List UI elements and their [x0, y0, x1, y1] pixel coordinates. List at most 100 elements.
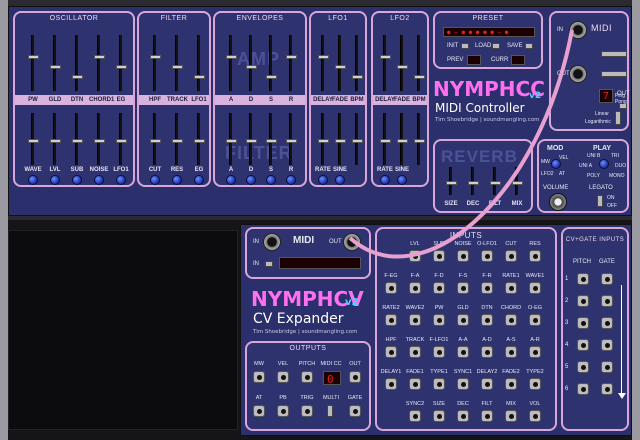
input-jack[interactable] [433, 250, 445, 262]
lfo2-top-slider[interactable] [380, 35, 391, 91]
env-knob[interactable] [286, 175, 296, 185]
osc-bottom-slider-thumb[interactable] [50, 139, 61, 143]
cv-pitch-jack[interactable] [577, 273, 589, 285]
preset-save-button[interactable] [525, 43, 533, 49]
input-jack[interactable] [505, 314, 517, 326]
input-jack[interactable] [529, 378, 541, 390]
reverb-slider[interactable] [468, 167, 479, 195]
lfo2-top-slider-thumb[interactable] [414, 75, 425, 79]
filter-bottom-slider-thumb[interactable] [172, 139, 183, 143]
env-top-slider-thumb[interactable] [246, 65, 257, 69]
osc-top-slider[interactable] [94, 35, 105, 91]
midi-in-select[interactable] [601, 51, 627, 57]
osc-knob[interactable] [94, 175, 104, 185]
reverb-slider[interactable] [446, 167, 457, 195]
input-jack[interactable] [409, 410, 421, 422]
env-bottom-slider-thumb[interactable] [226, 139, 237, 143]
input-jack[interactable] [457, 378, 469, 390]
lfo1-top-slider-thumb[interactable] [318, 55, 329, 59]
input-jack[interactable] [433, 346, 445, 358]
input-jack[interactable] [433, 378, 445, 390]
osc-bottom-slider[interactable] [28, 113, 39, 165]
osc-bottom-slider-thumb[interactable] [116, 139, 127, 143]
lfo1-top-slider[interactable] [352, 35, 363, 91]
midi-cc-display[interactable]: 0 [323, 371, 341, 386]
output-jack[interactable] [301, 405, 313, 417]
output-jack[interactable] [277, 405, 289, 417]
env-bottom-slider-thumb[interactable] [286, 139, 297, 143]
input-jack[interactable] [457, 282, 469, 294]
filter-knob[interactable] [194, 175, 204, 185]
osc-bottom-slider[interactable] [116, 113, 127, 165]
lfo2-bottom-slider[interactable] [380, 113, 391, 165]
lfo2-bottom-slider[interactable] [414, 113, 425, 165]
input-jack[interactable] [529, 282, 541, 294]
reverb-slider-thumb[interactable] [512, 181, 523, 185]
osc-top-slider-thumb[interactable] [116, 65, 127, 69]
input-jack[interactable] [385, 378, 397, 390]
input-jack[interactable] [457, 314, 469, 326]
input-jack[interactable] [481, 282, 493, 294]
env-top-slider[interactable] [266, 35, 277, 91]
output-jack[interactable] [253, 371, 265, 383]
env-bottom-slider[interactable] [246, 113, 257, 165]
osc-top-slider[interactable] [116, 35, 127, 91]
osc-knob[interactable] [28, 175, 38, 185]
preset-load-button[interactable] [492, 43, 500, 49]
cv-gate-jack[interactable] [601, 383, 613, 395]
input-jack[interactable] [529, 346, 541, 358]
osc-top-slider[interactable] [72, 35, 83, 91]
lfo1-bottom-slider[interactable] [318, 113, 329, 165]
cv-midi-in-port[interactable] [263, 233, 281, 251]
env-knob[interactable] [246, 175, 256, 185]
cv-pitch-jack[interactable] [577, 339, 589, 351]
volume-knob[interactable] [549, 193, 567, 211]
lfo1-bottom-slider-thumb[interactable] [352, 139, 363, 143]
cv-midi-device-display[interactable] [279, 257, 361, 269]
legato-switch[interactable] [597, 195, 603, 207]
lfo2-top-slider[interactable] [414, 35, 425, 91]
play-mode-knob[interactable] [599, 159, 609, 169]
cv-gate-jack[interactable] [601, 295, 613, 307]
lfo1-top-slider[interactable] [335, 35, 346, 91]
filter-top-slider-thumb[interactable] [172, 65, 183, 69]
multi-switch[interactable] [327, 405, 333, 417]
input-jack[interactable] [409, 250, 421, 262]
lfo2-bottom-slider[interactable] [397, 113, 408, 165]
lfo2-knob[interactable] [397, 175, 407, 185]
filter-knob[interactable] [172, 175, 182, 185]
preset-curr-display[interactable] [511, 55, 525, 65]
input-jack[interactable] [409, 282, 421, 294]
filter-bottom-slider-thumb[interactable] [194, 139, 205, 143]
osc-bottom-slider-thumb[interactable] [94, 139, 105, 143]
output-jack[interactable] [349, 371, 361, 383]
osc-bottom-slider-thumb[interactable] [72, 139, 83, 143]
env-top-slider[interactable] [286, 35, 297, 91]
osc-top-slider-thumb[interactable] [28, 55, 39, 59]
input-jack[interactable] [385, 282, 397, 294]
osc-knob[interactable] [116, 175, 126, 185]
input-jack[interactable] [529, 314, 541, 326]
output-jack[interactable] [277, 371, 289, 383]
cv-pitch-jack[interactable] [577, 317, 589, 329]
lfo1-bottom-slider[interactable] [335, 113, 346, 165]
env-knob[interactable] [226, 175, 236, 185]
osc-top-slider-thumb[interactable] [72, 75, 83, 79]
midi-channel-display[interactable]: 7 [599, 89, 613, 103]
filter-top-slider-thumb[interactable] [194, 75, 205, 79]
cv-gate-jack[interactable] [601, 317, 613, 329]
mod-source-knob[interactable] [551, 159, 561, 169]
input-jack[interactable] [457, 410, 469, 422]
env-bottom-slider[interactable] [226, 113, 237, 165]
osc-top-slider-thumb[interactable] [94, 55, 105, 59]
input-jack[interactable] [505, 346, 517, 358]
cv-pitch-jack[interactable] [577, 295, 589, 307]
osc-knob[interactable] [50, 175, 60, 185]
lfo1-bottom-slider-thumb[interactable] [335, 139, 346, 143]
env-top-slider[interactable] [226, 35, 237, 91]
env-top-slider-thumb[interactable] [266, 75, 277, 79]
lfo1-top-slider[interactable] [318, 35, 329, 91]
input-jack[interactable] [505, 378, 517, 390]
cv-pitch-jack[interactable] [577, 361, 589, 373]
lfo-mode-switch[interactable] [615, 111, 621, 125]
